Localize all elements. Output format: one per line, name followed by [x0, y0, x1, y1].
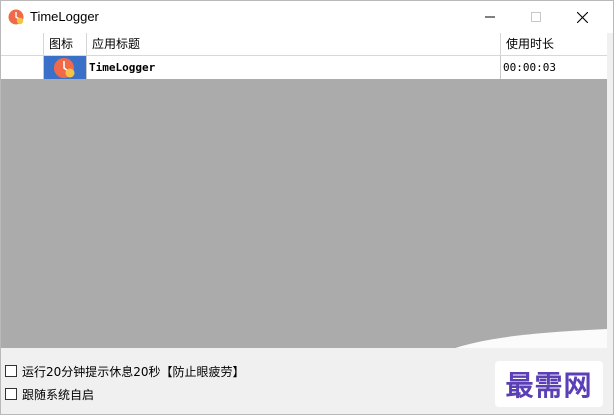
minimize-icon [485, 16, 495, 18]
row-app-title: TimeLogger [86, 56, 500, 79]
close-icon [576, 11, 588, 23]
autostart-option[interactable]: 跟随系统自启 [5, 386, 94, 402]
rest-reminder-option[interactable]: 运行20分钟提示休息20秒【防止眼疲劳】 [5, 363, 245, 379]
autostart-label: 跟随系统自启 [22, 387, 95, 402]
column-header-title[interactable]: 应用标题 [86, 33, 500, 55]
rest-reminder-checkbox[interactable] [5, 365, 17, 377]
autostart-checkbox[interactable] [5, 388, 17, 400]
list-header: 图标 应用标题 使用时长 [1, 33, 607, 56]
maximize-icon [531, 12, 541, 22]
timelogger-clock-icon [8, 9, 24, 25]
title-bar[interactable]: TimeLogger [1, 1, 613, 33]
app-usage-list[interactable]: 图标 应用标题 使用时长 TimeLogger 00:00:03 [1, 33, 607, 348]
close-button[interactable] [559, 1, 605, 33]
column-header-icon[interactable]: 图标 [43, 33, 86, 55]
row-icon-cell [43, 56, 86, 79]
row-index [1, 56, 43, 79]
window-title: TimeLogger [30, 9, 99, 24]
app-window: TimeLogger 图标 应用标题 使用时长 TimeLogger 00:00… [0, 0, 614, 415]
site-watermark: 最需网 [495, 361, 603, 407]
rest-reminder-label: 运行20分钟提示休息20秒【防止眼疲劳】 [22, 364, 245, 379]
maximize-button[interactable] [513, 1, 559, 33]
column-header-duration[interactable]: 使用时长 [500, 33, 607, 55]
table-row[interactable]: TimeLogger 00:00:03 [1, 56, 607, 79]
minimize-button[interactable] [467, 1, 513, 33]
timelogger-clock-icon [54, 57, 75, 78]
row-duration: 00:00:03 [500, 56, 607, 79]
column-header-index[interactable] [1, 33, 43, 55]
